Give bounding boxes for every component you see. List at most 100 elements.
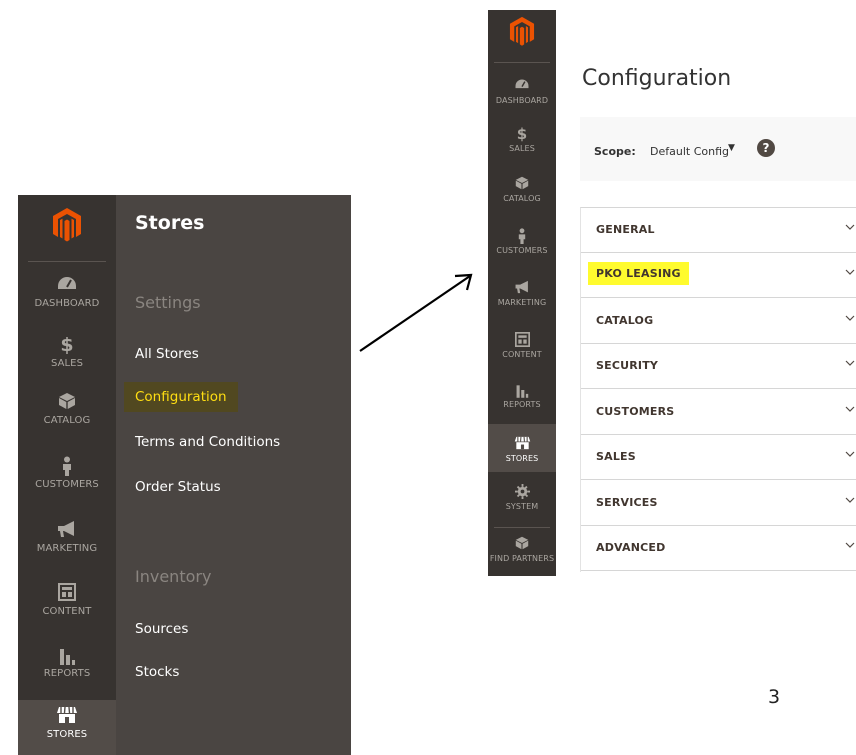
config-section-label: CATALOG — [596, 314, 654, 327]
magento-logo-icon[interactable] — [51, 207, 83, 243]
chevron-down-icon — [845, 315, 855, 321]
help-icon[interactable]: ? — [757, 139, 775, 157]
logo-divider-small — [494, 62, 550, 63]
config-section-advanced[interactable]: ADVANCED — [581, 526, 856, 571]
config-section-customers[interactable]: CUSTOMERS — [581, 390, 856, 435]
gear-icon — [488, 484, 556, 500]
nav-dashboard-label: DASHBOARD — [34, 298, 100, 309]
caret-down-icon[interactable]: ▼ — [728, 143, 735, 153]
dollar-icon: $ — [60, 334, 74, 356]
config-section-services[interactable]: SERVICES — [581, 481, 856, 526]
config-section-catalog[interactable]: CATALOG — [581, 299, 856, 344]
scope-switcher-bar: Scope: Default Config ▼ ? — [580, 117, 856, 181]
nav-system-small[interactable]: SYSTEM — [488, 484, 556, 511]
nav-marketing[interactable]: MARKETING — [18, 520, 116, 570]
nav-dashboard[interactable]: DASHBOARD — [18, 275, 116, 325]
nav-find-partners-small[interactable]: FIND PARTNERS — [488, 536, 556, 563]
layout-icon — [18, 583, 116, 603]
nav-sales-small[interactable]: $ SALES — [488, 126, 556, 153]
nav-reports-label: REPORTS — [43, 668, 91, 679]
link-all-stores[interactable]: All Stores — [135, 346, 199, 362]
config-section-label: ADVANCED — [596, 541, 666, 554]
nav-marketing-small-label: MARKETING — [497, 298, 547, 307]
config-section-label: SERVICES — [596, 496, 658, 509]
nav-sales-label: SALES — [50, 358, 84, 369]
person-icon — [488, 228, 556, 244]
left-admin-sidebar: DASHBOARD $ SALES CATALOG CUSTOMERS MARK… — [18, 195, 116, 755]
config-section-pko-leasing[interactable]: PKO LEASING — [581, 253, 856, 298]
config-section-label: SALES — [596, 450, 636, 463]
link-configuration[interactable]: Configuration — [124, 382, 238, 412]
nav-content[interactable]: CONTENT — [18, 583, 116, 633]
nav-system-small-label: SYSTEM — [505, 502, 539, 511]
system-divider — [494, 527, 550, 528]
config-section-general[interactable]: GENERAL — [581, 208, 856, 253]
link-terms-and-conditions[interactable]: Terms and Conditions — [135, 434, 280, 450]
magento-logo-icon-small[interactable] — [508, 16, 536, 47]
nav-marketing-label: MARKETING — [36, 543, 98, 554]
link-stocks[interactable]: Stocks — [135, 664, 179, 680]
page-number: 3 — [768, 686, 781, 708]
storefront-icon — [488, 436, 556, 452]
layout-icon — [488, 332, 556, 348]
config-section-security[interactable]: SECURITY — [581, 344, 856, 389]
nav-customers-label: CUSTOMERS — [35, 479, 99, 490]
nav-catalog-label: CATALOG — [43, 415, 91, 426]
config-section-label: GENERAL — [596, 223, 655, 236]
stores-flyout-menu: Stores Settings All Stores Configuration… — [116, 195, 351, 755]
nav-catalog-small[interactable]: CATALOG — [488, 176, 556, 203]
nav-dashboard-small-label: DASHBOARD — [495, 96, 549, 105]
right-admin-sidebar: DASHBOARD $ SALES CATALOG CUSTOMERS MARK… — [488, 10, 556, 576]
nav-stores-small[interactable]: STORES — [488, 424, 556, 472]
nav-catalog[interactable]: CATALOG — [18, 392, 116, 442]
chevron-down-icon — [845, 451, 855, 457]
chevron-down-icon — [845, 360, 855, 366]
chevron-down-icon — [845, 269, 855, 275]
flyout-title: Stores — [135, 212, 205, 234]
config-section-label: PKO LEASING — [588, 262, 689, 285]
transition-arrow-icon — [359, 273, 473, 352]
nav-dashboard-small[interactable]: DASHBOARD — [488, 78, 556, 105]
person-icon — [18, 456, 116, 476]
nav-customers[interactable]: CUSTOMERS — [18, 456, 116, 506]
storefront-icon — [18, 706, 116, 726]
nav-reports-small-label: REPORTS — [503, 400, 541, 409]
box-icon — [488, 536, 556, 552]
nav-find-partners-small-label: FIND PARTNERS — [489, 554, 555, 563]
dollar-icon: $ — [516, 125, 528, 143]
nav-marketing-small[interactable]: MARKETING — [488, 280, 556, 307]
dashboard-icon — [18, 275, 116, 295]
nav-customers-small-label: CUSTOMERS — [496, 246, 548, 255]
config-section-list: GENERAL PKO LEASING CATALOG SECURITY CUS… — [580, 207, 856, 572]
chevron-down-icon — [845, 542, 855, 548]
box-icon — [488, 176, 556, 192]
config-section-sales[interactable]: SALES — [581, 435, 856, 480]
bar-chart-icon — [488, 382, 556, 398]
bar-chart-icon — [18, 645, 116, 665]
nav-stores-small-label: STORES — [505, 454, 539, 463]
nav-stores-label: STORES — [46, 729, 88, 740]
nav-customers-small[interactable]: CUSTOMERS — [488, 228, 556, 255]
config-section-label: CUSTOMERS — [596, 405, 675, 418]
nav-stores[interactable]: STORES — [18, 700, 116, 755]
page-title: Configuration — [582, 66, 732, 91]
nav-sales-small-label: SALES — [509, 144, 535, 153]
chevron-down-icon — [845, 224, 855, 230]
scope-label: Scope: — [594, 145, 636, 158]
megaphone-icon — [488, 280, 556, 296]
nav-content-small-label: CONTENT — [502, 350, 542, 359]
flyout-section-settings: Settings — [135, 293, 201, 312]
box-icon — [18, 392, 116, 412]
link-sources[interactable]: Sources — [135, 621, 188, 637]
nav-content-label: CONTENT — [42, 606, 92, 617]
link-order-status[interactable]: Order Status — [135, 479, 221, 495]
chevron-down-icon — [845, 406, 855, 412]
nav-reports-small[interactable]: REPORTS — [488, 382, 556, 409]
megaphone-icon — [18, 520, 116, 540]
nav-catalog-small-label: CATALOG — [503, 194, 541, 203]
logo-divider — [28, 261, 106, 262]
nav-reports[interactable]: REPORTS — [18, 645, 116, 695]
nav-sales[interactable]: $ SALES — [18, 335, 116, 385]
scope-dropdown[interactable]: Default Config — [650, 145, 729, 158]
nav-content-small[interactable]: CONTENT — [488, 332, 556, 359]
